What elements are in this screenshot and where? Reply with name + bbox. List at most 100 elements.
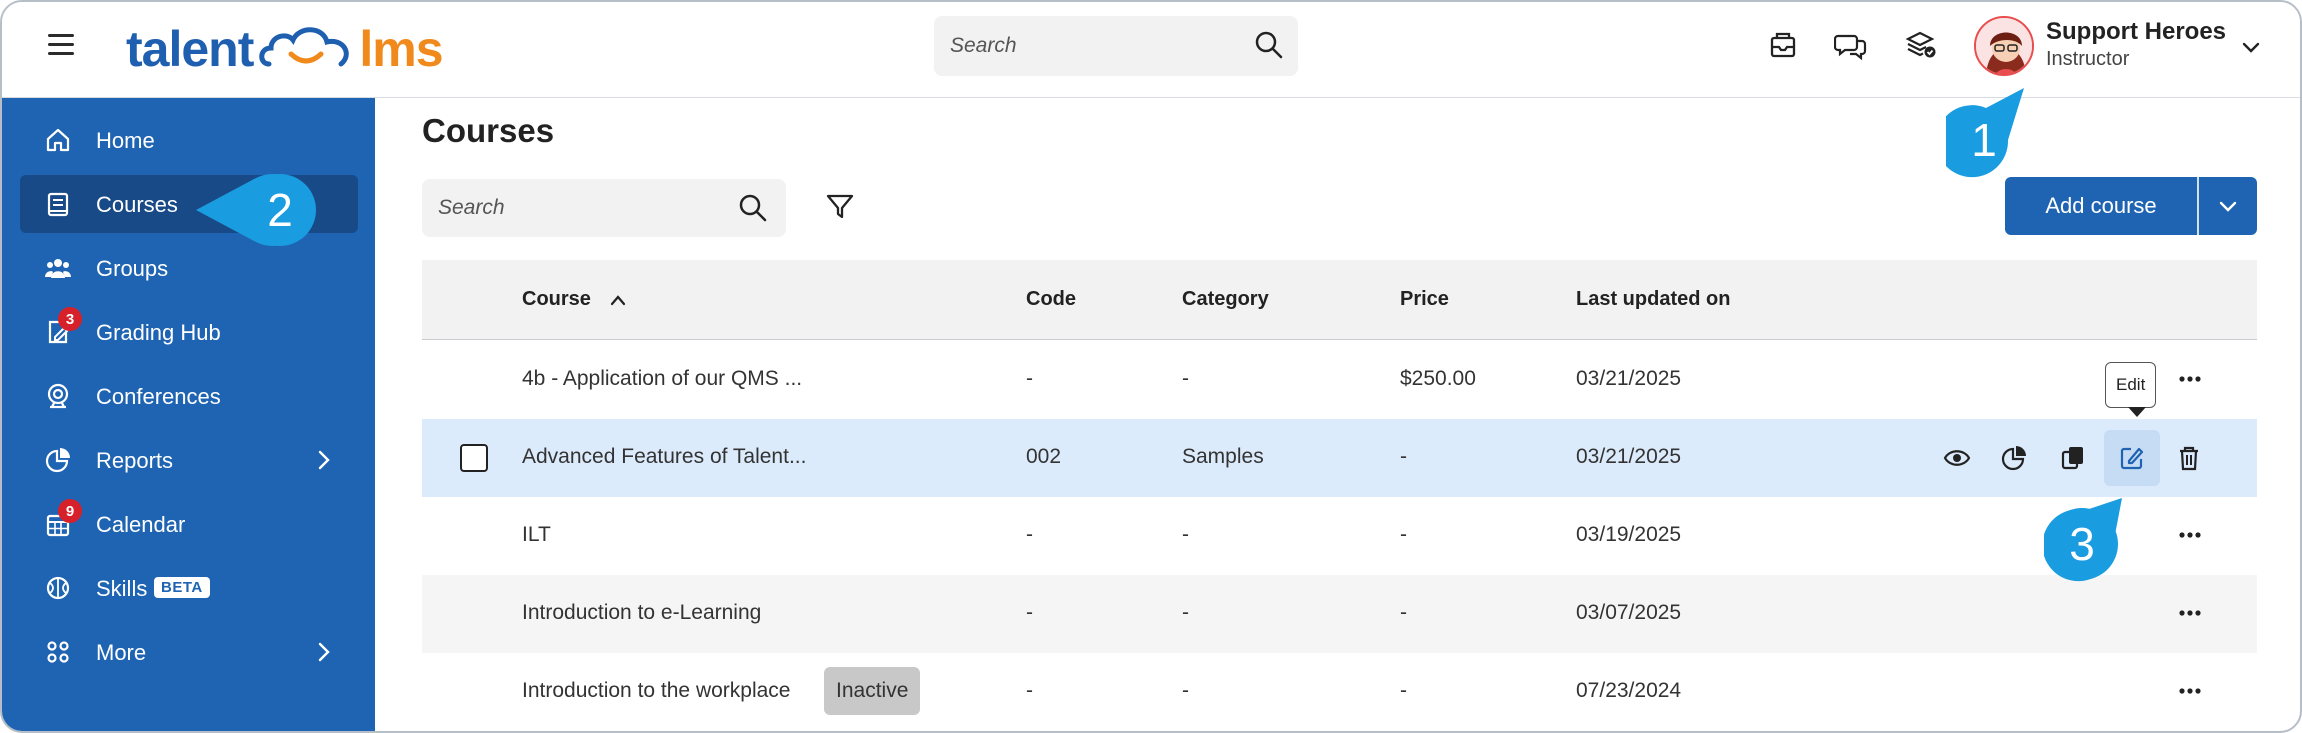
- sidebar-item-home[interactable]: Home: [20, 111, 358, 169]
- page-title: Courses: [422, 112, 555, 149]
- sidebar-item-label: Reports: [96, 448, 174, 473]
- more-options-icon[interactable]: [2175, 367, 2205, 391]
- sidebar-item-label: Skills: [96, 576, 148, 601]
- column-header-code[interactable]: Code: [1026, 288, 1076, 311]
- sidebar-item-label: Calendar: [96, 512, 186, 537]
- sidebar-item-calendar[interactable]: 9 Calendar: [20, 495, 358, 553]
- course-code: -: [1026, 601, 1033, 624]
- app-window: talent lms Support Heroes: [0, 0, 2302, 733]
- credits-stack-icon[interactable]: [1904, 28, 1938, 62]
- user-role: Instructor: [2046, 48, 2130, 70]
- course-code: -: [1026, 523, 1033, 546]
- more-options-icon[interactable]: [2175, 679, 2205, 703]
- table-row[interactable]: 4b - Application of our QMS ... - - $250…: [422, 341, 2257, 419]
- chevron-down-icon: [2219, 201, 2237, 212]
- callout-number: 3: [2069, 518, 2095, 570]
- preview-eye-icon[interactable]: [1938, 439, 1976, 477]
- inbox-icon[interactable]: [1766, 28, 1800, 62]
- user-name: Support Heroes: [2046, 18, 2227, 45]
- sidebar-item-grading-hub[interactable]: 3 Grading Hub: [20, 303, 358, 361]
- sidebar-item-label: Home: [96, 128, 155, 153]
- callout-marker-3: 3: [2044, 498, 2122, 582]
- logo-text-talent: talent: [126, 21, 254, 77]
- sidebar-item-more[interactable]: More: [20, 623, 358, 681]
- talentlms-logo[interactable]: talent lms: [126, 18, 444, 80]
- table-row[interactable]: Introduction to e-Learning - - - 03/07/2…: [422, 575, 2257, 653]
- more-options-icon[interactable]: [2175, 601, 2205, 625]
- copy-icon[interactable]: [2054, 439, 2092, 477]
- global-search-input[interactable]: [950, 30, 1230, 62]
- sidebar-item-conferences[interactable]: Conferences: [20, 367, 358, 425]
- home-icon: [46, 128, 70, 152]
- course-name[interactable]: 4b - Application of our QMS ...: [522, 367, 802, 391]
- sidebar-item-label: Courses: [96, 192, 178, 217]
- course-price: -: [1400, 679, 1407, 702]
- global-search[interactable]: [934, 16, 1298, 76]
- table-row[interactable]: Advanced Features of Talent... 002 Sampl…: [422, 419, 2257, 497]
- chat-icon[interactable]: [1833, 28, 1868, 62]
- filter-icon[interactable]: [824, 190, 856, 222]
- table-row[interactable]: Introduction to the workplace Inactive -…: [422, 653, 2257, 731]
- course-category: Samples: [1182, 445, 1264, 468]
- course-category: -: [1182, 523, 1189, 546]
- courses-icon: [47, 192, 69, 217]
- edit-pencil-icon[interactable]: [2104, 430, 2160, 486]
- add-course-split-button: Add course: [2005, 177, 2257, 235]
- callout-marker-1: 1: [1946, 88, 2024, 178]
- column-header-last-updated[interactable]: Last updated on: [1576, 288, 1730, 311]
- course-code: 002: [1026, 445, 1062, 468]
- beta-badge: BETA: [154, 577, 210, 598]
- course-category: -: [1182, 601, 1189, 624]
- course-code: -: [1026, 367, 1033, 390]
- course-category: -: [1182, 367, 1189, 390]
- user-profile-menu[interactable]: Support Heroes Instructor: [1964, 4, 2280, 92]
- chevron-right-icon: [318, 642, 330, 662]
- logo-cloud-icon: [259, 27, 349, 67]
- hamburger-menu-icon[interactable]: [48, 34, 74, 56]
- course-name[interactable]: Introduction to e-Learning: [522, 601, 761, 625]
- course-price: -: [1400, 445, 1407, 468]
- column-label: Course: [522, 288, 591, 310]
- row-checkbox[interactable]: [460, 444, 488, 472]
- avatar[interactable]: [1974, 16, 2034, 76]
- sidebar-item-reports[interactable]: Reports: [20, 431, 358, 489]
- more-options-icon[interactable]: [2175, 523, 2205, 547]
- groups-icon: [45, 259, 71, 278]
- sort-ascending-icon: [611, 295, 626, 305]
- logo-text-lms: lms: [359, 21, 443, 77]
- courses-search[interactable]: [422, 179, 786, 237]
- reports-icon[interactable]: [1996, 439, 2034, 477]
- course-code: -: [1026, 679, 1033, 702]
- callout-marker-2: 2: [196, 174, 316, 246]
- table-header: Course Code Category Price Last updated …: [422, 260, 2257, 340]
- course-updated: 03/21/2025: [1576, 367, 1682, 390]
- sidebar-item-skills[interactable]: Skills BETA: [20, 559, 358, 617]
- add-course-dropdown[interactable]: [2199, 177, 2257, 235]
- more-grid-icon: [47, 641, 69, 663]
- course-name[interactable]: ILT: [522, 523, 551, 547]
- trash-icon[interactable]: [2170, 439, 2208, 477]
- courses-search-input[interactable]: [438, 192, 718, 224]
- add-course-button[interactable]: Add course: [2005, 177, 2197, 235]
- edit-tooltip: Edit: [2105, 362, 2157, 417]
- calendar-badge: 9: [58, 499, 82, 523]
- search-icon[interactable]: [1254, 30, 1284, 65]
- course-price: $250.00: [1400, 367, 1476, 390]
- table-row[interactable]: ILT - - - 03/19/2025: [422, 497, 2257, 575]
- sidebar-item-label: Grading Hub: [96, 320, 221, 345]
- column-header-course[interactable]: Course: [522, 288, 628, 311]
- chevron-down-icon[interactable]: [2240, 36, 2262, 63]
- sidebar-item-label: Conferences: [96, 384, 221, 409]
- course-price: -: [1400, 523, 1407, 546]
- search-icon[interactable]: [738, 193, 768, 228]
- course-name[interactable]: Introduction to the workplace: [522, 679, 791, 703]
- callout-number: 1: [1971, 114, 1997, 166]
- sidebar-item-label: More: [96, 640, 147, 665]
- column-header-price[interactable]: Price: [1400, 288, 1449, 311]
- column-header-category[interactable]: Category: [1182, 288, 1269, 311]
- course-updated: 07/23/2024: [1576, 679, 1682, 702]
- course-name[interactable]: Advanced Features of Talent...: [522, 445, 806, 469]
- skills-icon: [46, 576, 70, 600]
- reports-icon: [45, 448, 70, 473]
- conferences-icon: [47, 383, 69, 409]
